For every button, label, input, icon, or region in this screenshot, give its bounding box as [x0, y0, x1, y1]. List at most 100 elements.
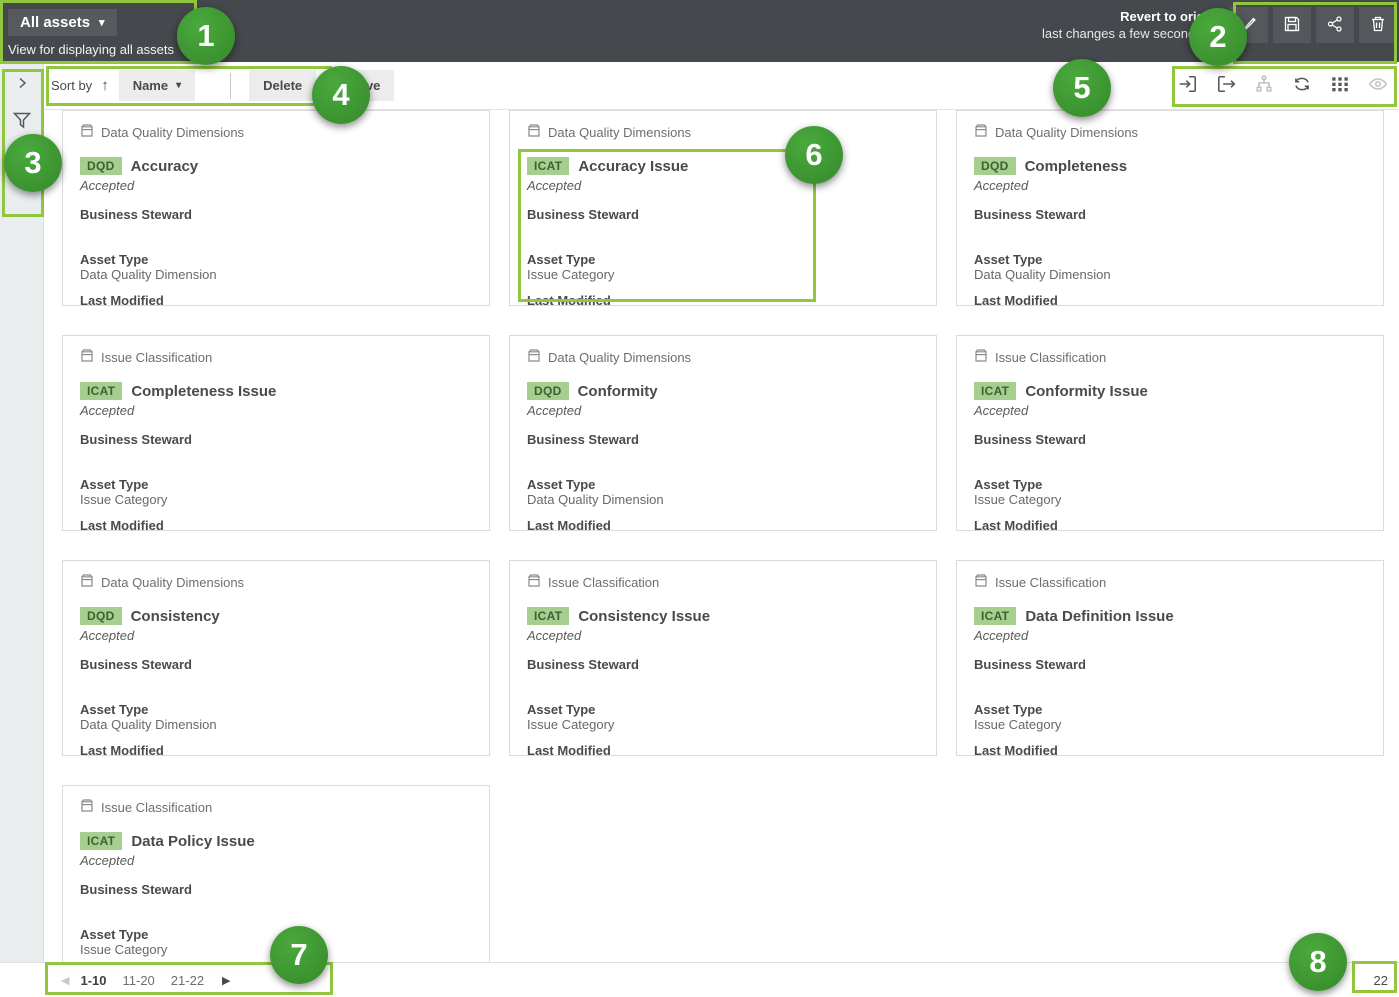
- hierarchy-button[interactable]: [1249, 71, 1279, 101]
- card-domain-label[interactable]: Issue Classification: [548, 575, 659, 590]
- domain-icon: [527, 124, 541, 141]
- responsibility-label: Business Steward: [974, 207, 1366, 222]
- save-icon: [1283, 15, 1301, 36]
- card-domain-label[interactable]: Data Quality Dimensions: [548, 350, 691, 365]
- chevron-left-icon: ◀: [61, 975, 69, 987]
- export-button[interactable]: [1211, 71, 1241, 101]
- asset-title[interactable]: Completeness: [1025, 158, 1128, 175]
- asset-title[interactable]: Completeness Issue: [131, 383, 276, 400]
- asset-card[interactable]: Issue Classification ICAT Completeness I…: [62, 335, 490, 531]
- delete-button[interactable]: Delete: [249, 70, 316, 101]
- asset-title[interactable]: Data Policy Issue: [131, 833, 254, 850]
- asset-type-value: Issue Category: [974, 717, 1366, 732]
- card-title-row: DQD Completeness: [974, 157, 1366, 175]
- asset-type-label: Asset Type: [527, 477, 919, 492]
- card-domain-row: Issue Classification: [80, 799, 472, 816]
- asset-card[interactable]: Data Quality Dimensions ICAT Accuracy Is…: [509, 110, 937, 306]
- domain-icon: [80, 124, 94, 141]
- asset-status: Accepted: [974, 628, 1366, 643]
- asset-type-badge: ICAT: [80, 832, 122, 850]
- card-domain-label[interactable]: Data Quality Dimensions: [548, 125, 691, 140]
- asset-type-badge: ICAT: [974, 607, 1016, 625]
- domain-icon: [974, 124, 988, 141]
- asset-status: Accepted: [974, 178, 1366, 193]
- domain-icon: [974, 349, 988, 366]
- card-domain-label[interactable]: Data Quality Dimensions: [995, 125, 1138, 140]
- asset-status: Accepted: [80, 403, 472, 418]
- delete-view-button[interactable]: [1359, 7, 1397, 43]
- last-modified-label: Last Modified: [527, 518, 919, 531]
- expand-panel-button[interactable]: [15, 76, 29, 93]
- view-selector-button[interactable]: All assets ▾: [8, 9, 117, 36]
- page-range-2[interactable]: 11-20: [123, 973, 155, 988]
- export-icon: [1216, 75, 1236, 96]
- toolbar-divider: [230, 73, 231, 99]
- asset-title[interactable]: Data Definition Issue: [1025, 608, 1173, 625]
- asset-title[interactable]: Accuracy: [131, 158, 199, 175]
- page-prev-button[interactable]: ◀: [61, 974, 69, 987]
- callout-badge-8: 8: [1289, 933, 1347, 991]
- preview-button[interactable]: [1363, 71, 1393, 101]
- filter-icon: [12, 111, 32, 134]
- responsibility-label: Business Steward: [527, 207, 919, 222]
- last-modified-label: Last Modified: [80, 293, 472, 306]
- responsibility-label: Business Steward: [80, 882, 472, 897]
- asset-card[interactable]: Issue Classification ICAT Consistency Is…: [509, 560, 937, 756]
- asset-card[interactable]: Issue Classification ICAT Conformity Iss…: [956, 335, 1384, 531]
- asset-card[interactable]: Data Quality Dimensions DQD Completeness…: [956, 110, 1384, 306]
- card-domain-row: Data Quality Dimensions: [80, 574, 472, 591]
- card-domain-label[interactable]: Data Quality Dimensions: [101, 575, 244, 590]
- pagination-bar: ◀ 1-10 11-20 21-22 ▶ 22: [0, 962, 1399, 997]
- grid-view-button[interactable]: [1325, 71, 1355, 101]
- asset-type-badge: ICAT: [974, 382, 1016, 400]
- domain-icon: [80, 574, 94, 591]
- last-modified-label: Last Modified: [80, 743, 472, 756]
- callout-badge-6: 6: [785, 126, 843, 184]
- card-domain-label[interactable]: Issue Classification: [995, 575, 1106, 590]
- save-view-button[interactable]: [1273, 7, 1311, 43]
- page-range-1[interactable]: 1-10: [80, 973, 106, 988]
- card-domain-label[interactable]: Issue Classification: [995, 350, 1106, 365]
- asset-status: Accepted: [80, 853, 472, 868]
- asset-type-label: Asset Type: [80, 702, 472, 717]
- last-modified-label: Last Modified: [974, 293, 1366, 306]
- card-domain-label[interactable]: Issue Classification: [101, 800, 212, 815]
- domain-icon: [527, 349, 541, 366]
- asset-status: Accepted: [974, 403, 1366, 418]
- asset-title[interactable]: Accuracy Issue: [578, 158, 688, 175]
- asset-title[interactable]: Consistency: [131, 608, 220, 625]
- card-domain-row: Issue Classification: [80, 349, 472, 366]
- responsibility-label: Business Steward: [527, 657, 919, 672]
- page-range-3[interactable]: 21-22: [171, 973, 204, 988]
- chevron-down-icon: ▾: [176, 80, 181, 91]
- asset-type-label: Asset Type: [974, 252, 1366, 267]
- asset-card[interactable]: Issue Classification ICAT Data Definitio…: [956, 560, 1384, 756]
- import-button[interactable]: [1173, 71, 1203, 101]
- asset-type-value: Data Quality Dimension: [974, 267, 1366, 282]
- sort-field-dropdown[interactable]: Name ▾: [119, 70, 195, 101]
- asset-card[interactable]: Data Quality Dimensions DQD Consistency …: [62, 560, 490, 756]
- asset-type-label: Asset Type: [80, 252, 472, 267]
- grid-view-icon: [1330, 75, 1350, 96]
- page-next-button[interactable]: ▶: [222, 974, 230, 987]
- callout-badge-4: 4: [312, 66, 370, 124]
- asset-type-value: Issue Category: [527, 267, 919, 282]
- sort-field-label: Name: [133, 78, 168, 93]
- asset-status: Accepted: [80, 628, 472, 643]
- responsibility-label: Business Steward: [974, 657, 1366, 672]
- share-view-button[interactable]: [1316, 7, 1354, 43]
- asset-title[interactable]: Conformity Issue: [1025, 383, 1148, 400]
- asset-card[interactable]: Data Quality Dimensions DQD Accuracy Acc…: [62, 110, 490, 306]
- card-domain-label[interactable]: Data Quality Dimensions: [101, 125, 244, 140]
- card-domain-label[interactable]: Issue Classification: [101, 350, 212, 365]
- sort-direction-button[interactable]: ↑: [101, 77, 109, 94]
- card-domain-row: Data Quality Dimensions: [80, 124, 472, 141]
- asset-type-label: Asset Type: [527, 252, 919, 267]
- card-domain-row: Issue Classification: [974, 349, 1366, 366]
- sort-by-label: Sort by: [51, 78, 92, 93]
- asset-card[interactable]: Data Quality Dimensions DQD Conformity A…: [509, 335, 937, 531]
- asset-title[interactable]: Consistency Issue: [578, 608, 710, 625]
- refresh-button[interactable]: [1287, 71, 1317, 101]
- asset-title[interactable]: Conformity: [578, 383, 658, 400]
- filter-button[interactable]: [12, 111, 32, 134]
